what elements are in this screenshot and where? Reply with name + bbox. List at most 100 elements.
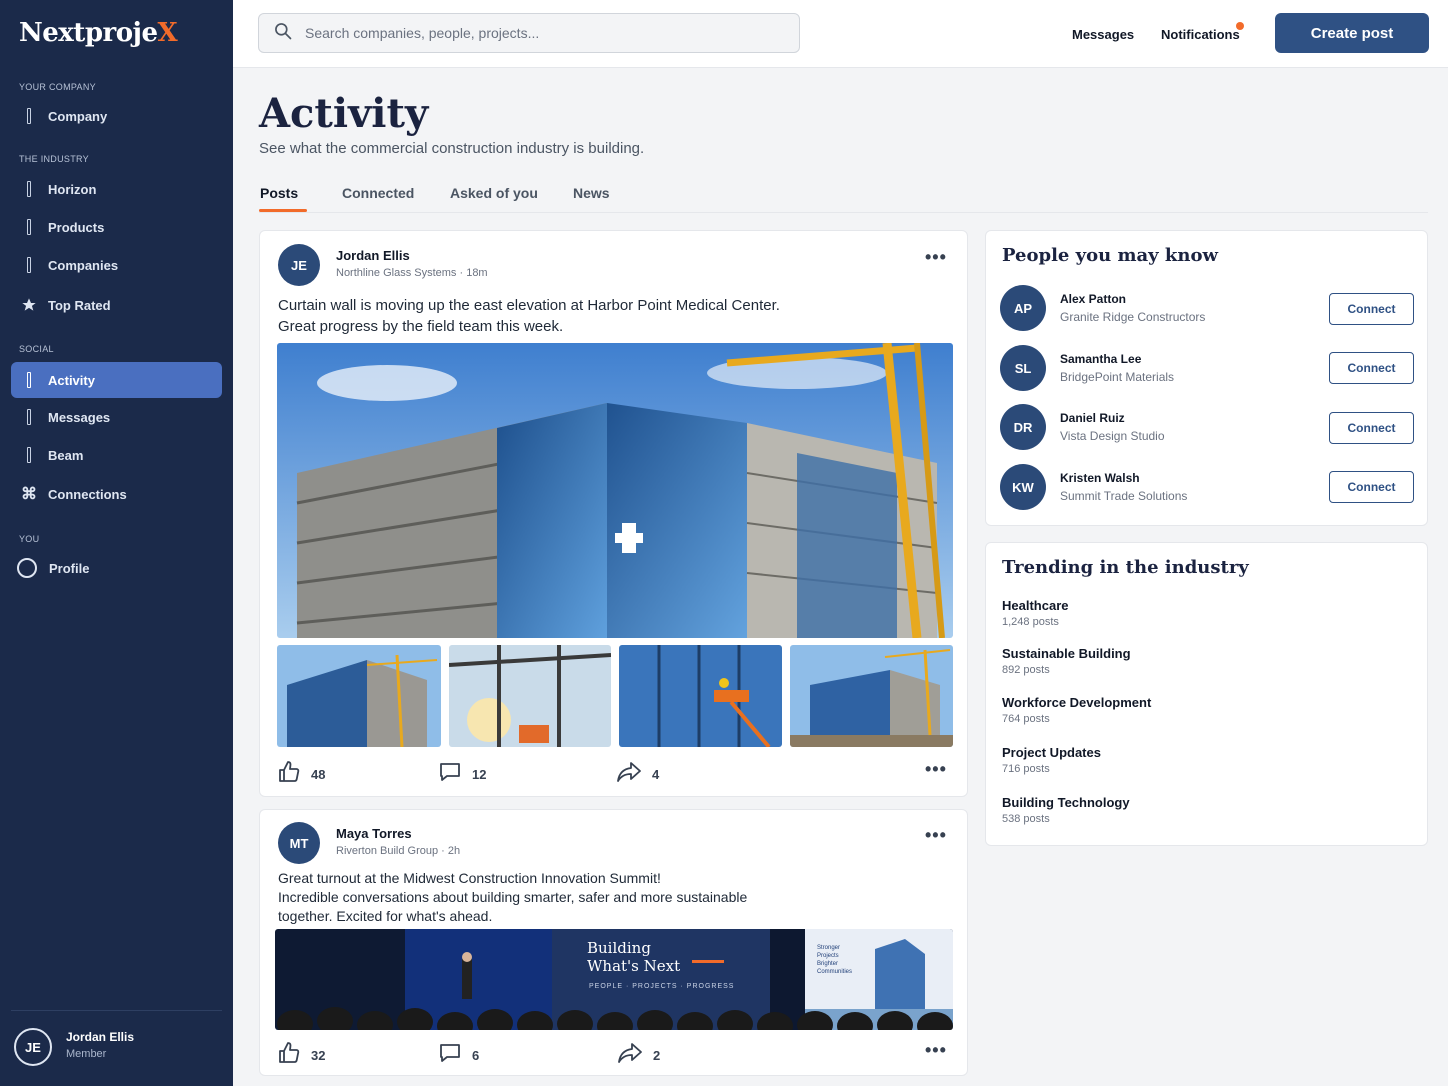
person-name[interactable]: Daniel Ruiz bbox=[1060, 411, 1125, 425]
bar-icon bbox=[21, 408, 37, 426]
trending-topic[interactable]: Sustainable Building bbox=[1002, 646, 1131, 661]
person-name[interactable]: Kristen Walsh bbox=[1060, 471, 1140, 485]
share-count: 2 bbox=[653, 1048, 661, 1063]
thumbs-up-icon bbox=[277, 1041, 301, 1070]
circle-icon bbox=[16, 558, 38, 578]
trending-count: 764 posts bbox=[1002, 713, 1050, 725]
sidebar-item-products[interactable]: Products bbox=[11, 209, 222, 245]
sidebar-item-top-rated[interactable]: Top Rated bbox=[11, 287, 222, 323]
sidebar-item-beam[interactable]: Beam bbox=[11, 437, 222, 473]
sidebar-item-activity[interactable]: Activity bbox=[11, 362, 222, 398]
avatar[interactable]: JE bbox=[14, 1028, 52, 1066]
avatar[interactable]: JE bbox=[278, 244, 320, 286]
trending-topic[interactable]: Project Updates bbox=[1002, 745, 1101, 760]
tab-posts[interactable]: Posts bbox=[260, 185, 298, 201]
post-author[interactable]: Maya Torres bbox=[336, 826, 412, 841]
share-button[interactable]: 2 bbox=[617, 1041, 660, 1070]
bar-icon bbox=[21, 107, 37, 125]
avatar[interactable]: AP bbox=[1000, 285, 1046, 331]
post-meta: Northline Glass Systems · 18m bbox=[336, 267, 488, 279]
person-name[interactable]: Alex Patton bbox=[1060, 292, 1126, 306]
avatar[interactable]: MT bbox=[278, 822, 320, 864]
comment-button[interactable]: 6 bbox=[438, 1041, 479, 1070]
bar-icon bbox=[21, 446, 37, 464]
search-box[interactable] bbox=[258, 13, 800, 53]
more-options-icon[interactable]: ••• bbox=[925, 1040, 947, 1061]
avatar[interactable]: DR bbox=[1000, 404, 1046, 450]
search-input[interactable] bbox=[305, 25, 785, 41]
connect-button[interactable]: Connect bbox=[1329, 293, 1414, 325]
share-icon bbox=[617, 1041, 643, 1070]
sidebar-item-label: Activity bbox=[48, 372, 95, 388]
trending-topic[interactable]: Building Technology bbox=[1002, 795, 1130, 810]
panel-title: Trending in the industry bbox=[1002, 557, 1249, 578]
tab-bar: Posts Connected Asked of you News bbox=[259, 176, 1428, 213]
sidebar-item-companies[interactable]: Companies bbox=[11, 247, 222, 283]
section-label-you: YOU bbox=[19, 534, 40, 544]
comment-button[interactable]: 12 bbox=[438, 760, 486, 789]
trending-topic[interactable]: Workforce Development bbox=[1002, 695, 1151, 710]
divider bbox=[11, 1010, 222, 1011]
tab-news[interactable]: News bbox=[573, 185, 610, 201]
create-post-button[interactable]: Create post bbox=[1275, 13, 1429, 53]
person-company: Summit Trade Solutions bbox=[1060, 489, 1188, 503]
sidebar: NextprojeX YOUR COMPANY Company THE INDU… bbox=[0, 0, 233, 1086]
person-company: BridgePoint Materials bbox=[1060, 370, 1175, 384]
bar-icon bbox=[21, 256, 37, 274]
notifications-link[interactable]: Notifications bbox=[1161, 27, 1240, 42]
thumbs-up-icon bbox=[277, 760, 301, 789]
user-name: Jordan Ellis bbox=[66, 1030, 135, 1044]
post-main-image[interactable] bbox=[277, 343, 953, 638]
connect-button[interactable]: Connect bbox=[1329, 352, 1414, 384]
sidebar-item-horizon[interactable]: Horizon bbox=[11, 171, 222, 207]
active-tab-indicator bbox=[259, 209, 307, 212]
more-options-icon[interactable]: ••• bbox=[925, 759, 947, 780]
command-icon: ⌘ bbox=[21, 486, 37, 503]
comment-icon bbox=[438, 1041, 462, 1070]
person-company: Granite Ridge Constructors bbox=[1060, 310, 1206, 324]
side-banner-text: Stronger Projects Brighter Communities bbox=[817, 945, 853, 975]
section-label-social: SOCIAL bbox=[19, 344, 54, 354]
like-button[interactable]: 32 bbox=[277, 1041, 325, 1070]
trending-topic[interactable]: Healthcare bbox=[1002, 598, 1068, 613]
share-button[interactable]: 4 bbox=[616, 760, 659, 789]
like-button[interactable]: 48 bbox=[277, 760, 325, 789]
post-main-image[interactable]: Building What's Next PEOPLE · PROJECTS ·… bbox=[275, 929, 953, 1030]
sidebar-item-company[interactable]: Company bbox=[11, 98, 222, 134]
trending-count: 892 posts bbox=[1002, 664, 1050, 676]
star-icon bbox=[21, 296, 37, 314]
sidebar-item-connections[interactable]: ⌘ Connections bbox=[11, 476, 222, 512]
user-role: Member bbox=[66, 1048, 107, 1060]
like-count: 48 bbox=[311, 767, 326, 782]
more-options-icon[interactable]: ••• bbox=[925, 247, 947, 268]
logo[interactable]: NextprojeX bbox=[19, 18, 178, 48]
sidebar-item-messages[interactable]: Messages bbox=[11, 399, 222, 435]
bar-icon bbox=[21, 218, 37, 236]
post-author[interactable]: Jordan Ellis bbox=[336, 248, 410, 263]
post-thumbnail[interactable] bbox=[619, 645, 782, 747]
connect-button[interactable]: Connect bbox=[1329, 412, 1414, 444]
bar-icon bbox=[21, 180, 37, 198]
post-thumbnail[interactable] bbox=[277, 645, 441, 747]
more-options-icon[interactable]: ••• bbox=[925, 825, 947, 846]
post-thumbnail[interactable] bbox=[449, 645, 611, 747]
post-meta: Riverton Build Group · 2h bbox=[336, 845, 461, 857]
trending-count: 538 posts bbox=[1002, 813, 1050, 825]
avatar[interactable]: KW bbox=[1000, 464, 1046, 510]
search-icon bbox=[273, 21, 293, 46]
tab-connected[interactable]: Connected bbox=[342, 185, 414, 201]
sidebar-item-label: Products bbox=[48, 219, 105, 235]
share-count: 4 bbox=[652, 767, 660, 782]
avatar[interactable]: SL bbox=[1000, 345, 1046, 391]
tab-asked-of-you[interactable]: Asked of you bbox=[450, 185, 538, 201]
messages-link[interactable]: Messages bbox=[1072, 27, 1134, 42]
trending-count: 716 posts bbox=[1002, 763, 1050, 775]
banner-title: Building What's Next bbox=[587, 939, 681, 975]
post-thumbnail[interactable] bbox=[790, 645, 953, 747]
sidebar-item-profile[interactable]: Profile bbox=[11, 550, 222, 586]
post-card: MT Maya Torres Riverton Build Group · 2h… bbox=[259, 809, 968, 1076]
comment-count: 6 bbox=[472, 1048, 480, 1063]
person-name[interactable]: Samantha Lee bbox=[1060, 352, 1141, 366]
connect-button[interactable]: Connect bbox=[1329, 471, 1414, 503]
banner-tags: PEOPLE · PROJECTS · PROGRESS bbox=[589, 983, 735, 990]
